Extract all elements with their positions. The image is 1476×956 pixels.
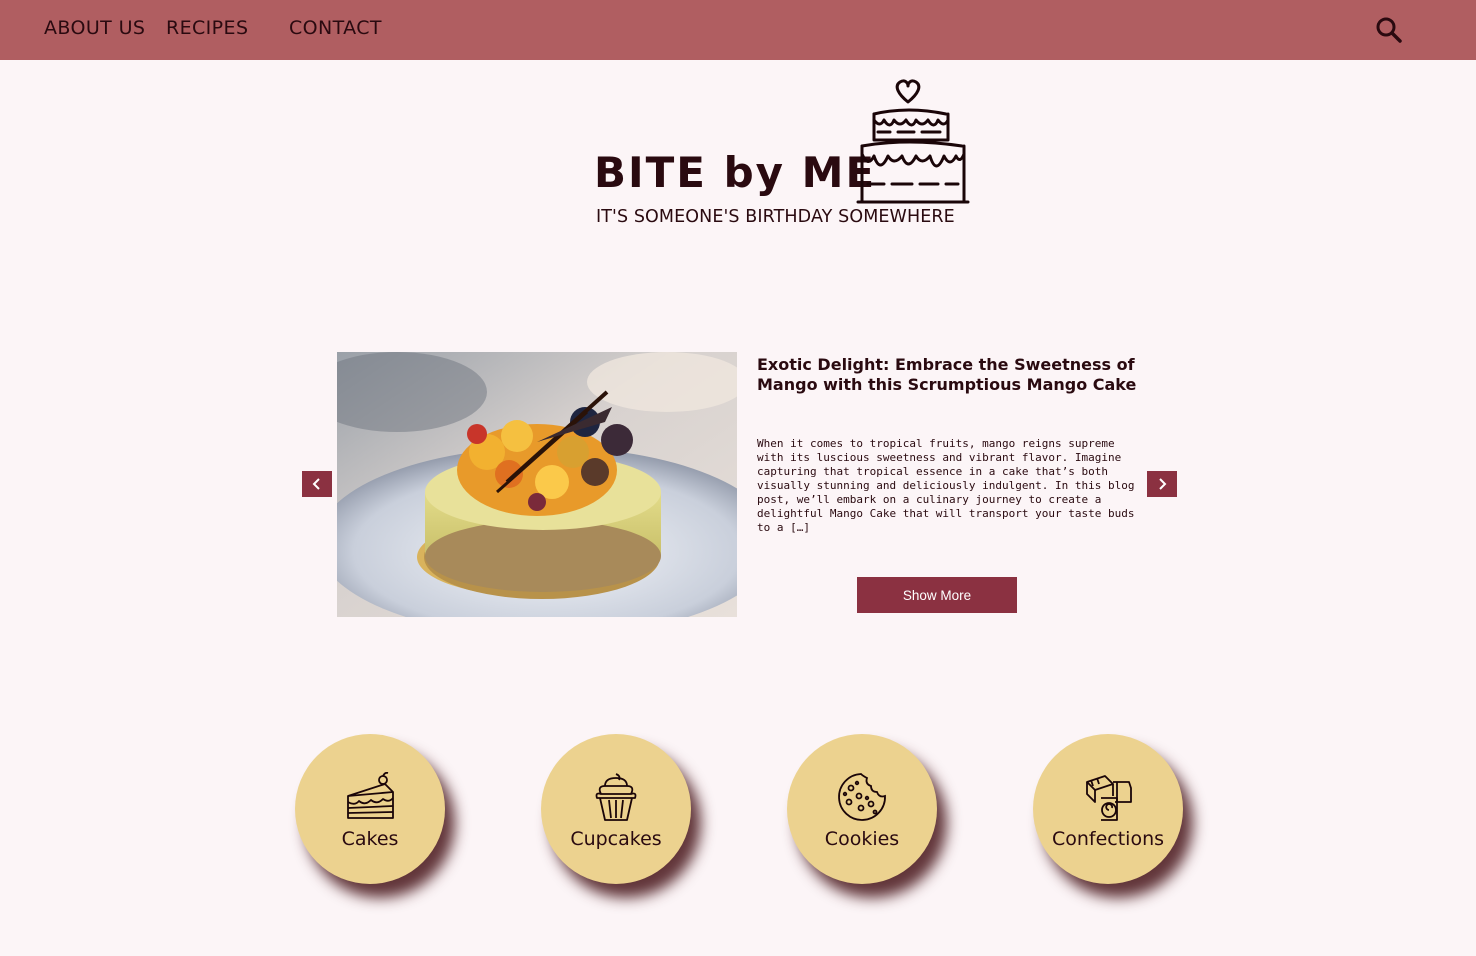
search-icon xyxy=(1376,17,1402,43)
category-label: Cookies xyxy=(824,828,900,850)
site-tagline: IT'S SOMEONE'S BIRTHDAY SOMEWHERE xyxy=(596,207,955,227)
post-excerpt: When it comes to tropical fruits, mango … xyxy=(757,437,1135,534)
post-title[interactable]: Exotic Delight: Embrace the Sweetness of… xyxy=(757,355,1147,395)
layered-cake-icon xyxy=(856,79,970,204)
cupcake-icon xyxy=(595,773,637,821)
category-label: Cupcakes xyxy=(570,828,662,850)
slider-next-button[interactable] xyxy=(1147,471,1177,497)
cake-slice-icon xyxy=(347,772,394,819)
category-label: Cakes xyxy=(341,828,399,850)
category-cakes[interactable]: Cakes xyxy=(295,734,445,884)
nav-link-contact[interactable]: CONTACT xyxy=(289,17,382,39)
category-cupcakes[interactable]: Cupcakes xyxy=(541,734,691,884)
cookie-icon xyxy=(838,773,886,821)
nav-link-recipes[interactable]: RECIPES xyxy=(166,17,248,39)
category-confections[interactable]: Confections xyxy=(1033,734,1183,884)
site-logo[interactable]: BITE by ME IT'S SOMEONE'S BIRTHDAY SOMEW… xyxy=(592,76,976,236)
candy-box-icon xyxy=(1086,775,1132,821)
site-title: BITE by ME xyxy=(594,148,877,197)
show-more-button[interactable]: Show More xyxy=(857,577,1017,613)
category-label: Confections xyxy=(1051,828,1165,850)
chevron-right-icon xyxy=(1159,478,1167,490)
category-cookies[interactable]: Cookies xyxy=(787,734,937,884)
post-image[interactable] xyxy=(337,352,737,617)
nav-link-about-us[interactable]: ABOUT US xyxy=(44,17,145,39)
search-button[interactable] xyxy=(1374,15,1404,45)
chevron-left-icon xyxy=(312,478,320,490)
slider-prev-button[interactable] xyxy=(302,471,332,497)
top-nav-bar: ABOUT US RECIPES CONTACT xyxy=(0,0,1476,60)
